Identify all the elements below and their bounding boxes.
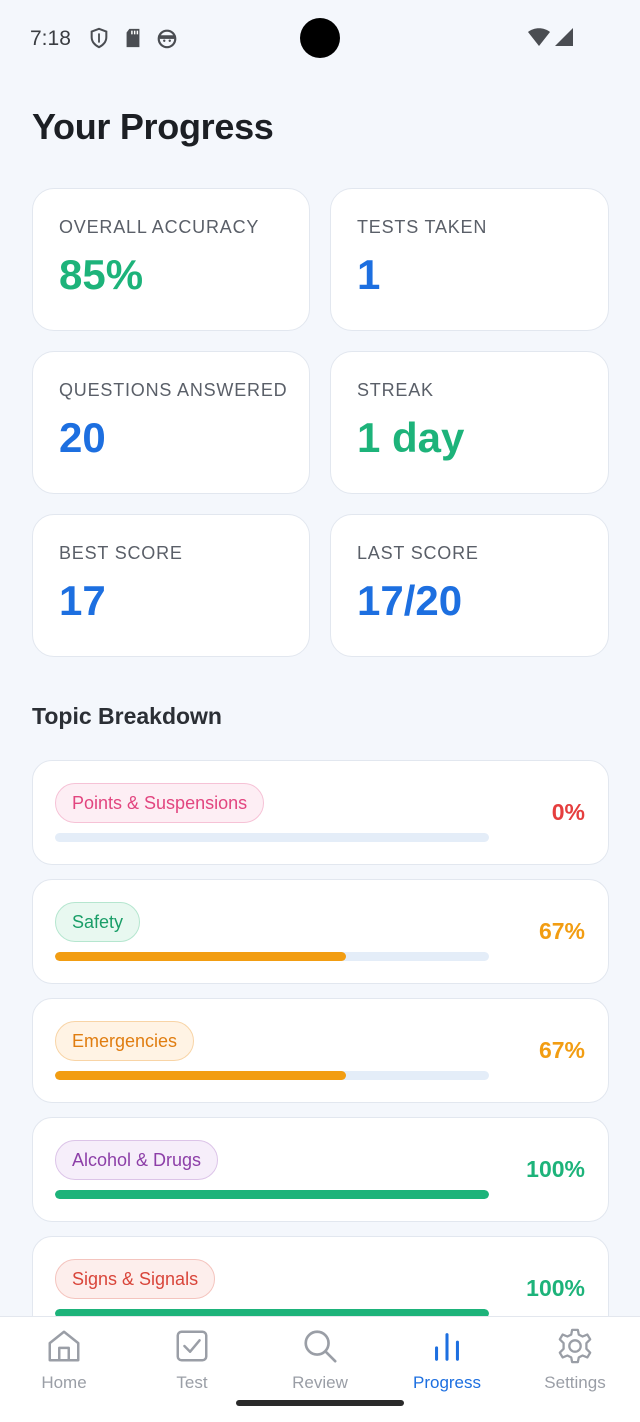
- nav-item-test[interactable]: Test: [137, 1327, 247, 1393]
- stat-value: 1 day: [357, 414, 465, 461]
- status-bar: 7:18: [0, 0, 640, 78]
- stat-value: 1: [357, 251, 381, 298]
- stat-label: STREAK: [357, 380, 434, 400]
- nav-label: Test: [176, 1373, 208, 1392]
- home-icon: [48, 1330, 80, 1362]
- topic-progress-fill: [55, 1071, 346, 1080]
- topic-card-safety[interactable]: Safety 67%: [32, 879, 609, 984]
- topic-list[interactable]: Points & Suspensions 0% Safety 67% Emerg…: [32, 760, 609, 1355]
- progress-screen: 7:18 Your Progress OVERALL ACCURACY 85% …: [0, 0, 640, 1422]
- shield-icon: [90, 27, 108, 49]
- bottom-nav: Home Test Review Progress Settings: [0, 1316, 640, 1422]
- stat-label: QUESTIONS ANSWERED: [59, 380, 288, 400]
- topic-card-points-suspensions[interactable]: Points & Suspensions 0%: [32, 760, 609, 865]
- stat-card-streak: STREAK 1 day: [330, 351, 609, 494]
- topic-percent: 100%: [526, 1156, 585, 1182]
- nav-label: Progress: [412, 1373, 482, 1392]
- topic-pill: Points & Suspensions: [55, 783, 265, 823]
- bar-chart-icon: [435, 1333, 459, 1361]
- topic-pill: Signs & Signals: [55, 1259, 216, 1299]
- topic-progress-fill: [55, 952, 346, 961]
- topic-progress-track: [55, 1190, 489, 1199]
- status-icons-left: [88, 27, 178, 49]
- nav-item-settings[interactable]: Settings: [520, 1327, 630, 1393]
- stat-card-best-score: BEST SCORE 17: [32, 514, 310, 657]
- search-icon: [304, 1330, 337, 1363]
- gear-icon: [558, 1328, 592, 1364]
- topic-percent: 0%: [551, 799, 585, 825]
- topic-progress-fill: [55, 1190, 489, 1199]
- nav-item-progress[interactable]: Progress: [392, 1327, 502, 1393]
- nav-item-review[interactable]: Review: [265, 1327, 375, 1393]
- stat-card-last-score: LAST SCORE 17/20: [330, 514, 609, 657]
- sd-card-icon: [126, 28, 140, 48]
- topic-percent: 100%: [526, 1275, 585, 1301]
- checkbox-icon: [176, 1330, 208, 1362]
- stat-card-questions-answered: QUESTIONS ANSWERED 20: [32, 351, 310, 494]
- topic-percent: 67%: [538, 1037, 585, 1063]
- topic-breakdown-title: Topic Breakdown: [32, 703, 222, 729]
- stat-value: 17/20: [357, 577, 463, 624]
- wifi-icon: [528, 28, 550, 46]
- topic-progress-track: [55, 1071, 489, 1080]
- topic-progress-track: [55, 833, 489, 842]
- nav-item-home[interactable]: Home: [9, 1327, 119, 1393]
- nav-label: Settings: [544, 1373, 606, 1392]
- stat-label: LAST SCORE: [357, 543, 479, 563]
- stat-label: TESTS TAKEN: [357, 217, 488, 237]
- stat-card-overall-accuracy: OVERALL ACCURACY 85%: [32, 188, 310, 331]
- stat-value: 85%: [59, 251, 144, 298]
- stat-label: BEST SCORE: [59, 543, 183, 563]
- topic-progress-track: [55, 952, 489, 961]
- stat-value: 20: [59, 414, 106, 461]
- home-indicator: [236, 1400, 404, 1406]
- topic-pill: Safety: [55, 902, 141, 942]
- status-icons-right: [527, 26, 575, 48]
- nav-label: Home: [41, 1373, 87, 1392]
- topic-card-alcohol-drugs[interactable]: Alcohol & Drugs 100%: [32, 1117, 609, 1222]
- stats-grid: OVERALL ACCURACY 85% TESTS TAKEN 1 QUEST…: [32, 188, 609, 657]
- cell-signal-icon: [555, 28, 573, 46]
- topic-card-emergencies[interactable]: Emergencies 67%: [32, 998, 609, 1103]
- stat-value: 17: [59, 577, 106, 624]
- stat-label: OVERALL ACCURACY: [59, 217, 260, 237]
- nav-label: Review: [292, 1373, 348, 1392]
- topic-pill: Emergencies: [55, 1021, 195, 1061]
- android-face-icon: [157, 29, 177, 49]
- page-title: Your Progress: [32, 106, 274, 147]
- front-camera: [300, 18, 340, 58]
- topic-percent: 67%: [538, 918, 585, 944]
- stat-card-tests-taken: TESTS TAKEN 1: [330, 188, 609, 331]
- topic-pill: Alcohol & Drugs: [55, 1140, 219, 1180]
- status-time: 7:18: [30, 27, 71, 50]
